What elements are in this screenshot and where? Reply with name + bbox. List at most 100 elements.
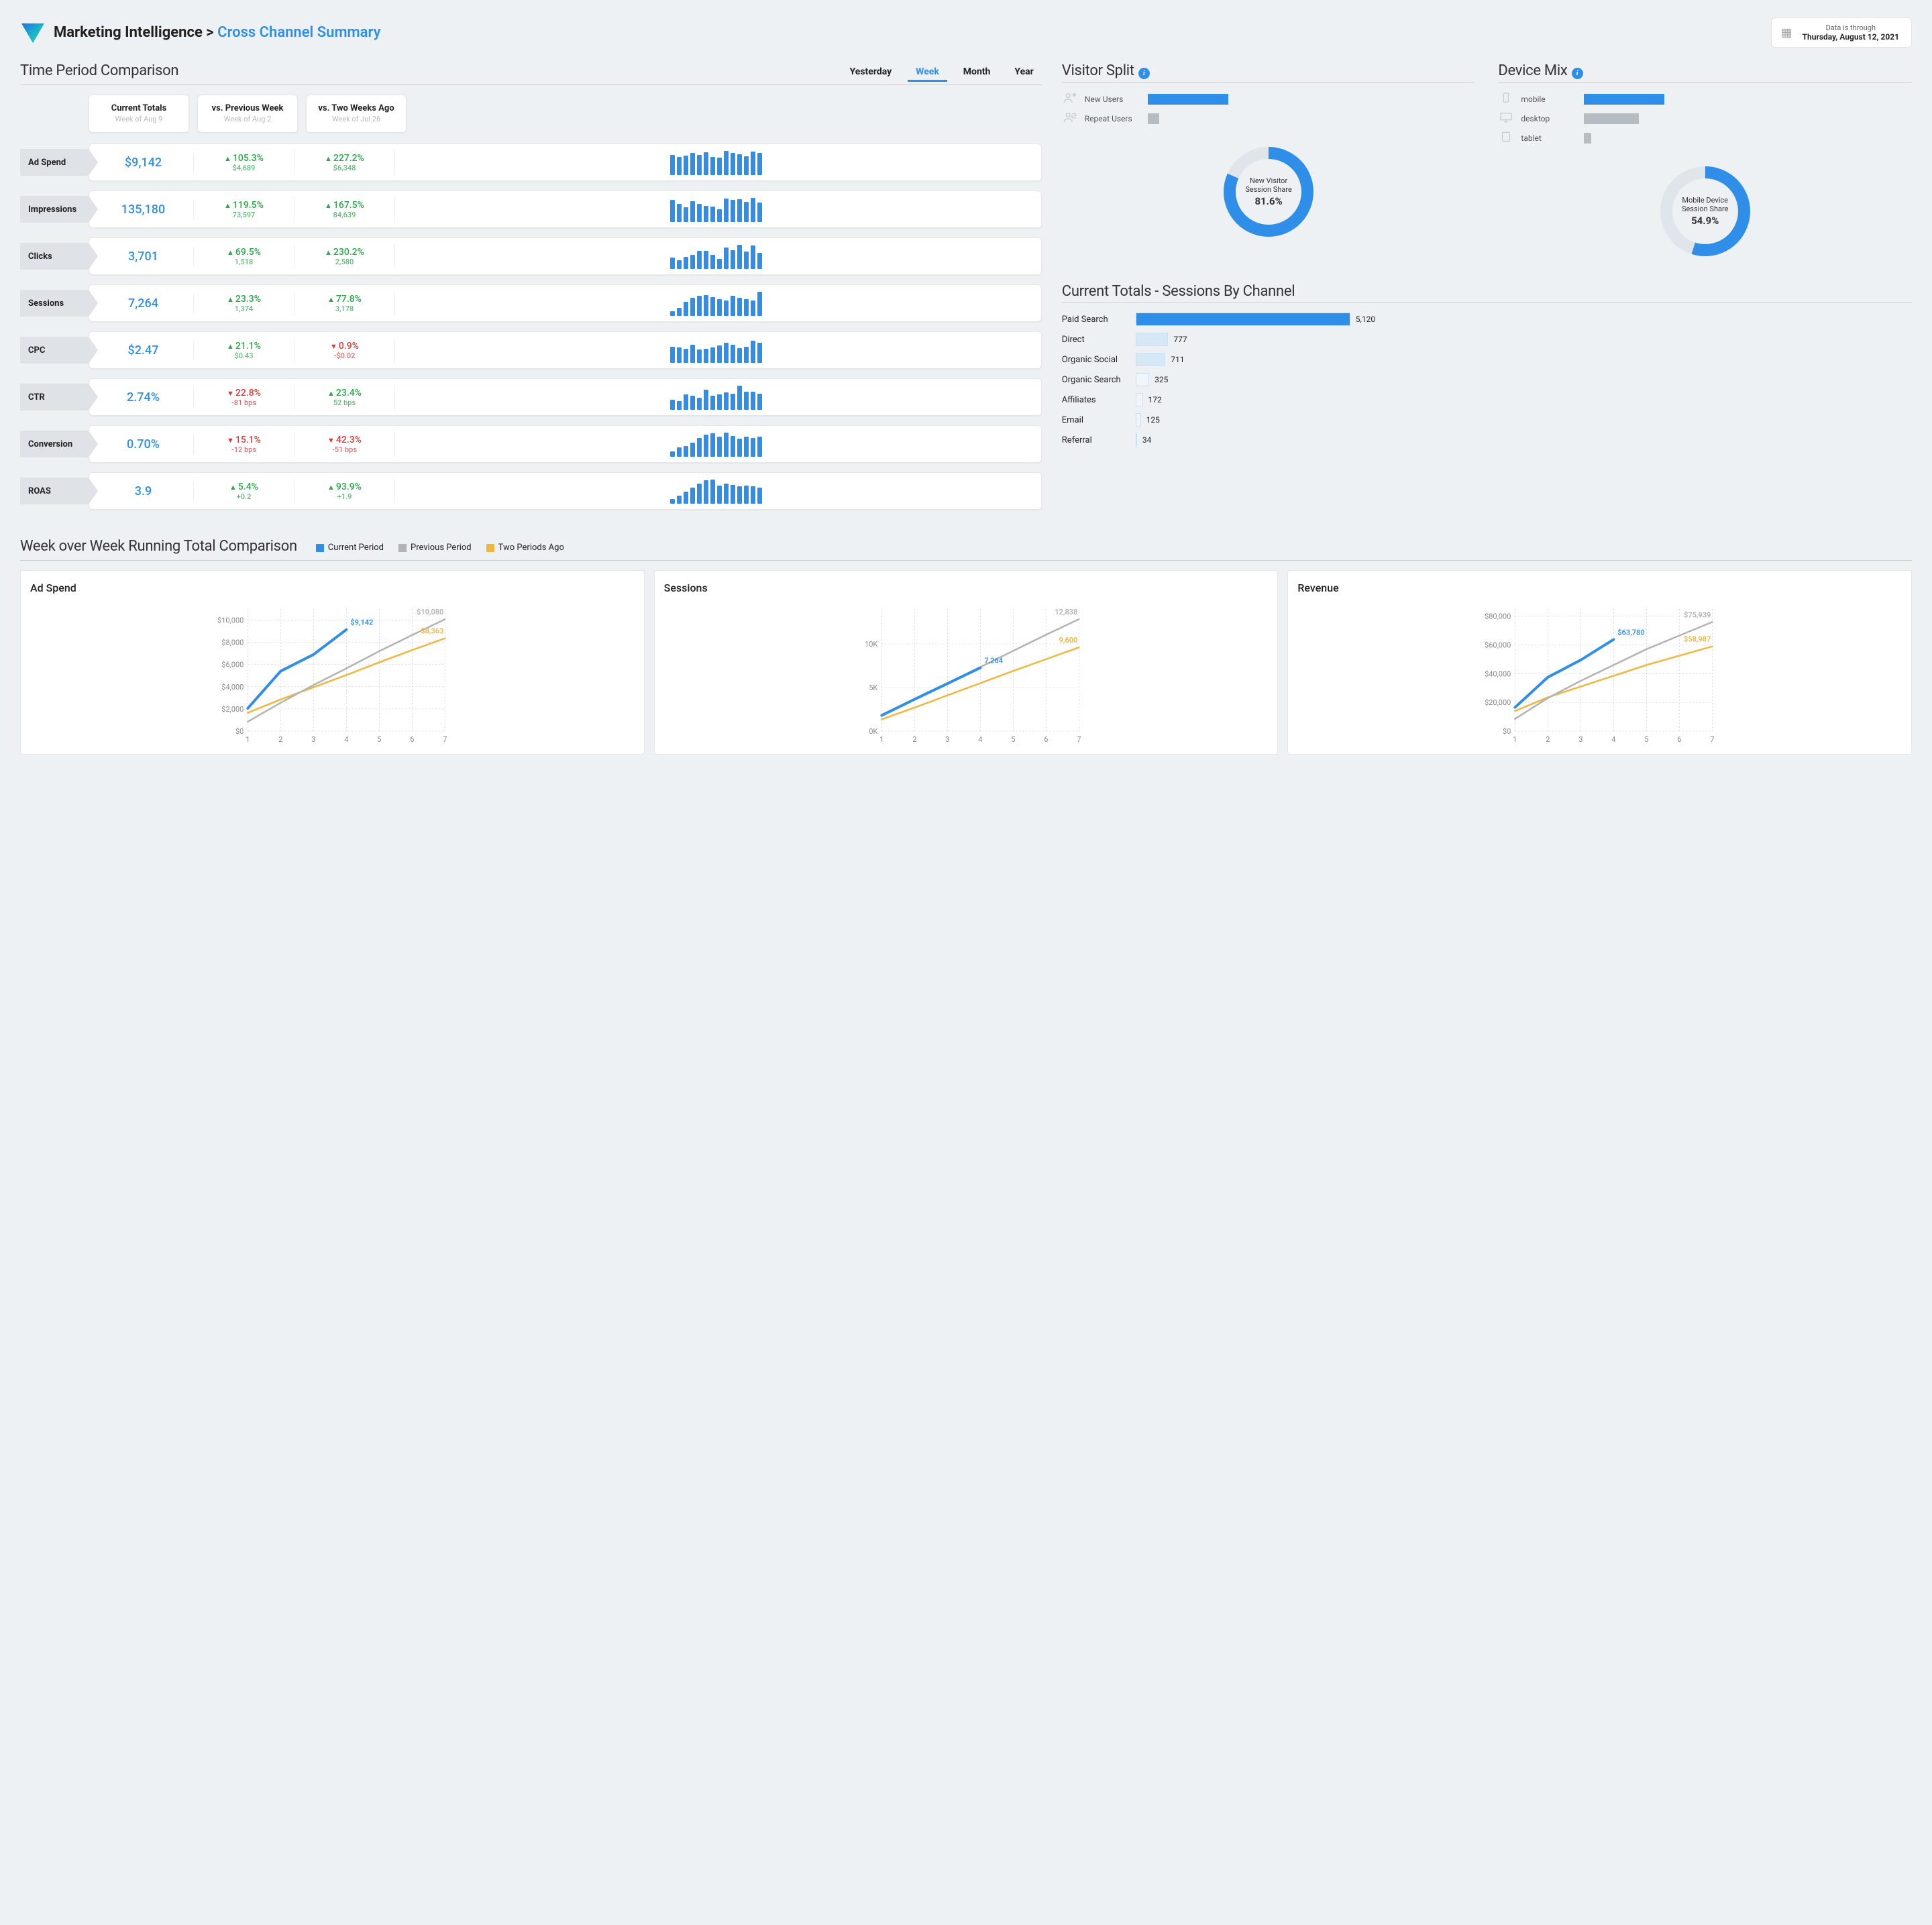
period-tab-week[interactable]: Week	[908, 64, 947, 82]
legend-item: Current Period	[316, 543, 384, 553]
wow-title: Week over Week Running Total Comparison	[20, 538, 297, 555]
channel-row: Organic Social711	[1062, 353, 1912, 366]
metric-row: Ad Spend$9,142▲105.3%$4,689▲227.2%$6,348	[20, 144, 1042, 181]
sessions-by-channel-title: Current Totals - Sessions By Channel	[1062, 283, 1912, 300]
metric-value: 2.74%	[127, 390, 160, 404]
sparkline	[395, 290, 1037, 316]
period-tab-year[interactable]: Year	[1006, 64, 1041, 82]
delta: ▼0.9%-$0.02	[296, 341, 393, 360]
wow-legend: Current PeriodPrevious PeriodTwo Periods…	[316, 543, 564, 553]
header: Marketing Intelligence > Cross Channel S…	[20, 17, 1912, 48]
svg-text:4: 4	[978, 735, 982, 744]
wow-chart: Ad Spend$0$2,000$4,000$6,000$8,000$10,00…	[20, 570, 645, 755]
visitor-split-panel: Visitor Spliti New UsersRepeat Users New…	[1062, 62, 1476, 262]
sparkline	[395, 431, 1037, 457]
sparkline	[395, 384, 1037, 410]
svg-text:$0: $0	[1503, 727, 1511, 736]
svg-text:5: 5	[377, 735, 381, 744]
svg-text:$8,000: $8,000	[221, 639, 244, 647]
delta: ▲77.8%3,178	[296, 294, 393, 313]
metric-label: CTR	[20, 384, 89, 410]
legend-item: Two Periods Ago	[486, 543, 564, 553]
delta: ▲119.5%73,597	[195, 200, 292, 219]
svg-text:$75,939: $75,939	[1684, 610, 1711, 619]
legend-row: tablet	[1498, 131, 1912, 145]
metric-label: Conversion	[20, 431, 89, 457]
svg-text:$4,000: $4,000	[221, 683, 244, 692]
new-user-icon	[1062, 92, 1078, 106]
col-header: vs. Two Weeks AgoWeek of Jul 26	[306, 95, 407, 133]
channel-row: Organic Search325	[1062, 373, 1912, 386]
time-period-title: Time Period Comparison	[20, 62, 178, 79]
metric-value: 3,701	[128, 250, 158, 264]
col-header: vs. Previous WeekWeek of Aug 2	[197, 95, 298, 133]
svg-text:7,264: 7,264	[984, 657, 1003, 665]
breadcrumb: Marketing Intelligence > Cross Channel S…	[54, 24, 381, 41]
donut-chart: Mobile DeviceSession Share54.9%	[1655, 161, 1756, 262]
svg-text:3: 3	[945, 735, 949, 744]
metric-value: 0.70%	[127, 437, 160, 451]
svg-text:5: 5	[1011, 735, 1015, 744]
svg-text:10K: 10K	[865, 640, 877, 649]
device-mix-title: Device Mixi	[1498, 62, 1912, 79]
metric-value: $2.47	[128, 343, 159, 358]
metric-label: Clicks	[20, 243, 89, 270]
legend-row: mobile	[1498, 92, 1912, 106]
svg-text:4: 4	[344, 735, 348, 744]
svg-text:$8,363: $8,363	[421, 627, 443, 636]
svg-text:2: 2	[1546, 735, 1550, 744]
svg-text:7: 7	[1077, 735, 1081, 744]
delta: ▲69.5%1,518	[195, 247, 292, 266]
svg-text:$20,000: $20,000	[1485, 698, 1511, 707]
sparkline	[395, 197, 1037, 222]
svg-text:$6,000: $6,000	[221, 661, 244, 669]
svg-text:$63,780: $63,780	[1618, 628, 1645, 637]
svg-text:6: 6	[410, 735, 414, 744]
chart-title: Ad Spend	[30, 582, 635, 594]
breadcrumb-page[interactable]: Cross Channel Summary	[217, 24, 380, 41]
delta: ▲23.4%52 bps	[296, 388, 393, 407]
sparkline	[395, 150, 1037, 175]
delta: ▼22.8%-81 bps	[195, 388, 292, 407]
svg-text:$10,080: $10,080	[417, 608, 443, 616]
period-tab-month[interactable]: Month	[955, 64, 999, 82]
svg-text:9,600: 9,600	[1059, 636, 1077, 645]
chart-title: Revenue	[1297, 582, 1902, 594]
svg-text:$80,000: $80,000	[1485, 612, 1511, 621]
svg-text:0K: 0K	[869, 727, 877, 736]
tablet-icon	[1498, 131, 1514, 145]
metric-label: Sessions	[20, 290, 89, 317]
period-tab-yesterday[interactable]: Yesterday	[842, 64, 900, 82]
metric-value: $9,142	[125, 156, 162, 170]
delta: ▼42.3%-51 bps	[296, 435, 393, 454]
metric-label: Ad Spend	[20, 149, 89, 176]
channel-row: Paid Search5,120	[1062, 313, 1912, 326]
metric-row: CPC$2.47▲21.1%$0.43▼0.9%-$0.02	[20, 331, 1042, 369]
svg-text:3: 3	[1579, 735, 1583, 744]
date-range-indicator[interactable]: ▦ Data is through Thursday, August 12, 2…	[1771, 17, 1912, 48]
delta: ▲167.5%84,639	[296, 200, 393, 219]
svg-text:$10,000: $10,000	[217, 616, 244, 625]
delta: ▲23.3%1,374	[195, 294, 292, 313]
chart-title: Sessions	[664, 582, 1269, 594]
donut-chart: New VisitorSession Share81.6%	[1218, 142, 1319, 242]
delta: ▲93.9%+1.9	[296, 482, 393, 501]
desktop-icon	[1498, 111, 1514, 125]
wow-chart: Revenue$0$20,000$40,000$60,000$80,000123…	[1287, 570, 1912, 755]
col-header: Current TotalsWeek of Aug 9	[89, 95, 189, 133]
delta: ▼15.1%-12 bps	[195, 435, 292, 454]
svg-text:$58,987: $58,987	[1684, 635, 1711, 644]
svg-text:$0: $0	[235, 727, 244, 736]
metric-row: Clicks 3,701 ▲69.5%1,518▲230.2%2,580	[20, 237, 1042, 275]
metric-row: Sessions7,264▲23.3%1,374▲77.8%3,178	[20, 284, 1042, 322]
svg-text:5K: 5K	[869, 683, 877, 692]
svg-text:4: 4	[1612, 735, 1616, 744]
sparkline	[395, 478, 1037, 504]
info-icon[interactable]: i	[1138, 68, 1150, 79]
svg-text:$9,142: $9,142	[350, 618, 373, 627]
svg-text:2: 2	[912, 735, 916, 744]
sparkline	[395, 337, 1037, 363]
brand-logo-icon	[20, 21, 46, 44]
info-icon[interactable]: i	[1572, 68, 1583, 79]
delta: ▲230.2%2,580	[296, 247, 393, 266]
